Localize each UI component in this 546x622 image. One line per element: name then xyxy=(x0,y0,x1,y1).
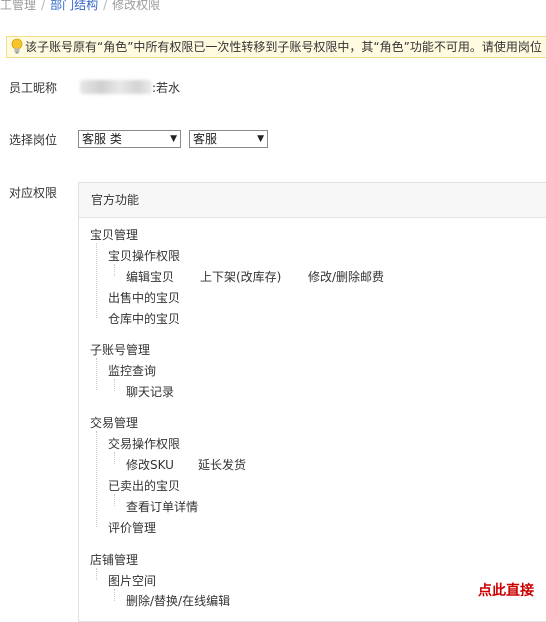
perm-edit-sku[interactable]: 修改SKU xyxy=(126,456,174,473)
tree-connector xyxy=(114,452,115,464)
breadcrumb-separator: / xyxy=(103,0,108,12)
breadcrumb-current-page: 修改权限 xyxy=(112,0,161,12)
perm-store-management[interactable]: 店铺管理 xyxy=(90,551,138,568)
nickname-value: :若水 xyxy=(152,81,181,95)
tree-connector xyxy=(96,358,97,390)
permissions-label: 对应权限 xyxy=(9,186,58,200)
position-role-select[interactable]: 客服 ▼ xyxy=(189,130,268,148)
perm-image-edit[interactable]: 删除/替换/在线编辑 xyxy=(126,592,230,609)
breadcrumb: 员工管理 / 部门结构 / 修改权限 xyxy=(0,0,546,14)
breadcrumb-separator: / xyxy=(41,0,46,12)
perm-goods-on-sale[interactable]: 出售中的宝贝 xyxy=(108,289,180,306)
nickname-redacted xyxy=(80,80,152,94)
perm-image-space[interactable]: 图片空间 xyxy=(108,572,156,589)
dropdown-arrow-icon: ▼ xyxy=(257,134,264,144)
perm-review-management[interactable]: 评价管理 xyxy=(108,519,156,536)
position-role-value: 客服 xyxy=(193,132,218,146)
notice-bar: 该子账号原有“角色”中所有权限已一次性转移到子账号权限中，其“角色”功能不可用。… xyxy=(6,36,546,58)
position-category-select[interactable]: 客服 类 ▼ xyxy=(78,130,181,148)
tree-connector xyxy=(114,589,115,601)
perm-subaccount-management[interactable]: 子账号管理 xyxy=(90,341,150,358)
breadcrumb-staff-management[interactable]: 员工管理 xyxy=(0,0,36,12)
tree-connector xyxy=(96,431,97,527)
perm-trade-operations[interactable]: 交易操作权限 xyxy=(108,435,180,452)
position-category-value: 客服 类 xyxy=(82,132,122,146)
tree-connector xyxy=(96,568,97,580)
perm-trade-management[interactable]: 交易管理 xyxy=(90,414,138,431)
perm-extend-delivery[interactable]: 延长发货 xyxy=(198,456,246,473)
breadcrumb-department-structure[interactable]: 部门结构 xyxy=(50,0,98,12)
perm-edit-goods[interactable]: 编辑宝贝 xyxy=(126,268,174,285)
tree-connector xyxy=(114,264,115,276)
perm-order-details[interactable]: 查看订单详情 xyxy=(126,498,198,515)
tree-connector xyxy=(96,243,97,318)
position-label: 选择岗位 xyxy=(9,133,58,147)
tree-connector xyxy=(114,379,115,391)
perm-goods-in-warehouse[interactable]: 仓库中的宝贝 xyxy=(108,310,180,327)
perm-goods-operations[interactable]: 宝贝操作权限 xyxy=(108,247,180,264)
nickname-label: 员工昵称 xyxy=(9,81,58,95)
perm-sold-goods[interactable]: 已卖出的宝贝 xyxy=(108,477,180,494)
perm-goods-management[interactable]: 宝贝管理 xyxy=(90,226,138,243)
dropdown-arrow-icon: ▼ xyxy=(170,134,177,144)
perm-list-delist[interactable]: 上下架(改库存) xyxy=(200,268,281,285)
direct-link-cta[interactable]: 点此直接 xyxy=(478,580,534,600)
panel-title: 官方功能 xyxy=(79,183,546,218)
tree-connector xyxy=(114,494,115,506)
perm-edit-shipping[interactable]: 修改/删除邮费 xyxy=(308,268,384,285)
notice-text: 该子账号原有“角色”中所有权限已一次性转移到子账号权限中，其“角色”功能不可用。… xyxy=(25,40,542,54)
perm-monitor-query[interactable]: 监控查询 xyxy=(108,362,156,379)
lightbulb-icon xyxy=(11,38,23,54)
perm-chat-records[interactable]: 聊天记录 xyxy=(126,383,174,400)
